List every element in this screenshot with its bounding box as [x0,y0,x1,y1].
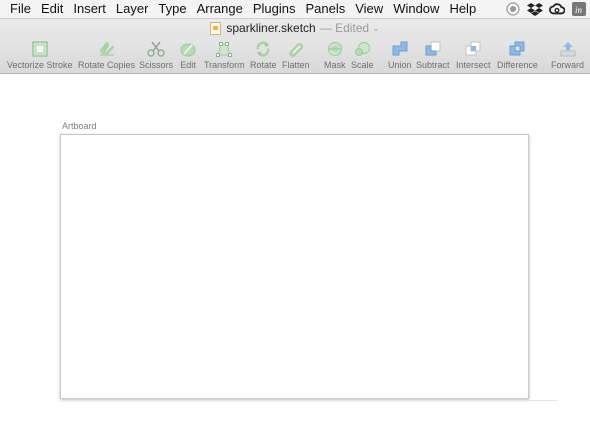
edit-button[interactable]: Edit [179,38,197,70]
tool-label: Edit [180,60,196,70]
dropbox-icon[interactable] [527,2,543,16]
record-icon[interactable] [505,2,521,16]
vectorize-stroke-button[interactable]: Vectorize Stroke [7,38,73,70]
scissors-icon [147,38,165,59]
menu-panels[interactable]: Panels [296,0,345,18]
artboard[interactable] [60,134,529,399]
intersect-icon [464,38,482,59]
union-button[interactable]: Union [388,38,412,70]
tool-label: Vectorize Stroke [7,60,73,70]
menu-edit[interactable]: Edit [32,0,63,18]
menu-view[interactable]: View [346,0,383,18]
difference-icon [508,38,526,59]
transform-button[interactable]: Transform [204,38,245,70]
menu-insert[interactable]: Insert [64,0,106,18]
menu-arrange[interactable]: Arrange [188,0,243,18]
edited-status[interactable]: — Edited [320,21,369,35]
flatten-button[interactable]: Flatten [282,38,310,70]
tool-label: Forward [551,60,585,70]
menu-bar: File Edit Insert Layer Type Arrange Plug… [0,0,590,19]
rotate-icon [254,38,272,59]
subtract-button[interactable]: Subtract [416,38,450,70]
union-icon [391,38,409,59]
rotate-copies-button[interactable]: Rotate Copies [78,38,135,70]
tool-label: Rotate Copies [78,60,136,70]
tool-label: Flatten [282,60,310,70]
canvas-divider [527,400,557,401]
vectorize-stroke-icon [31,38,49,59]
artboard-title[interactable]: Artboard [62,121,97,131]
tool-label: Mask [324,60,346,70]
tool-label: Transform [204,60,245,70]
menu-file[interactable]: File [0,0,31,18]
tool-label: Difference [497,60,538,70]
tool-label: Intersect [456,60,491,70]
menu-type[interactable]: Type [149,0,186,18]
document-title: sparkliner.sketch [226,21,316,35]
menu-layer[interactable]: Layer [107,0,149,18]
flatten-icon [287,38,305,59]
forward-icon [559,38,577,59]
rotate-button[interactable]: Rotate [250,38,277,70]
mask-icon [326,38,344,59]
invision-icon[interactable]: in [571,2,587,16]
difference-button[interactable]: Difference [497,38,538,70]
scissors-button[interactable]: Scissors [139,38,173,70]
scale-button[interactable]: Scale [351,38,374,70]
intersect-button[interactable]: Intersect [456,38,491,70]
svg-text:in: in [575,5,583,15]
transform-icon [215,38,233,59]
creative-cloud-icon[interactable] [549,2,565,16]
chevron-down-icon[interactable]: ⌄ [372,23,380,34]
tool-label: Scale [351,60,374,70]
tool-label: Union [388,60,412,70]
rotate-copies-icon [98,38,116,59]
tool-label: Rotate [250,60,277,70]
sketch-document-icon [210,21,222,35]
menu-window[interactable]: Window [384,0,439,18]
forward-button[interactable]: Forward [551,38,584,70]
mask-button[interactable]: Mask [324,38,346,70]
menu-help[interactable]: Help [440,0,476,18]
subtract-icon [424,38,442,59]
tool-label: Scissors [139,60,174,70]
edit-icon [179,38,197,59]
scale-icon [353,38,371,59]
toolbar: Vectorize Stroke Rotate Copies Scissors … [0,37,590,74]
status-tray: in [505,1,587,17]
tool-label: Subtract [416,60,450,70]
window-titlebar: sparkliner.sketch — Edited ⌄ [0,19,590,37]
menu-plugins[interactable]: Plugins [244,0,296,18]
